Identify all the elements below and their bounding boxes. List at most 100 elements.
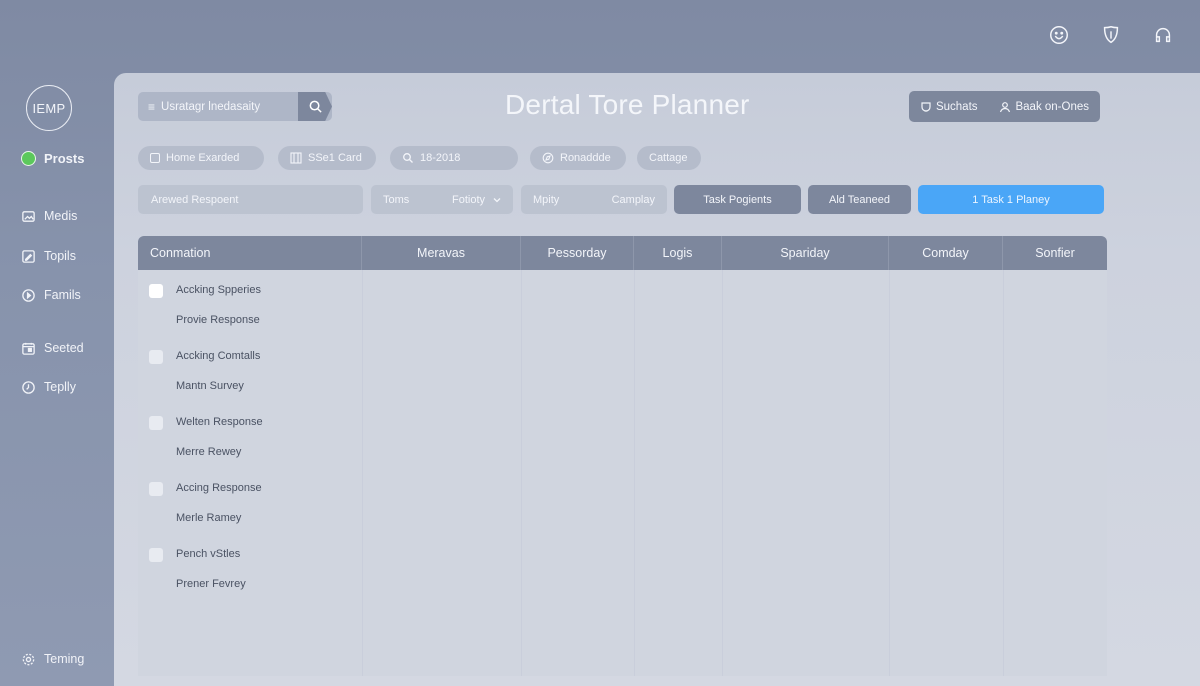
user-icon (1000, 101, 1011, 112)
headset-icon[interactable] (1152, 24, 1174, 46)
row-title: Welten Response (176, 416, 263, 428)
sidebar-item-label: Teplly (44, 380, 76, 394)
row-subtitle: Prener Fevrey (176, 578, 246, 590)
table-row[interactable]: Accking Spperies Provie Response (138, 270, 362, 336)
table-row[interactable]: Accking Comtalls Mantn Survey (138, 336, 362, 402)
suchats-button[interactable]: Suchats (920, 101, 978, 113)
shield-icon[interactable] (1100, 24, 1122, 46)
segment-mpity[interactable]: Mpity (533, 194, 559, 206)
cup-icon (921, 101, 931, 112)
sidebar-item-label: Teming (44, 652, 85, 666)
main-panel: ≡ Dertal Tore Planner Suchats Baak on-On… (114, 73, 1200, 686)
row-subtitle: Provie Response (176, 314, 260, 326)
chip-ronaddde[interactable]: Ronaddde (530, 146, 626, 170)
status-dot-icon (20, 150, 36, 166)
chip-home-exarded[interactable]: Home Exarded (138, 146, 264, 170)
row-title: Accing Response (176, 482, 262, 494)
image-icon (20, 208, 36, 224)
chip-label: Home Exarded (166, 152, 240, 164)
sidebar-item-label: Seeted (44, 341, 84, 355)
chip-cattage[interactable]: Cattage (637, 146, 701, 170)
search-button[interactable] (298, 92, 332, 121)
row-title: Pench vStles (176, 548, 241, 560)
logo: IEMP (26, 85, 72, 131)
sidebar-item-prosts[interactable]: Prosts (20, 150, 84, 166)
chip-sse1-card[interactable]: SSe1 Card (278, 146, 376, 170)
row-title: Accking Comtalls (176, 350, 261, 362)
ald-teaneed-button[interactable]: Ald Teaneed (808, 185, 911, 214)
baak-on-ones-button[interactable]: Baak on-Ones (999, 101, 1089, 113)
sidebar-item-label: Topils (44, 249, 76, 263)
row-checkbox[interactable] (149, 416, 163, 430)
suchats-label: Suchats (935, 100, 978, 113)
sidebar-item-famils[interactable]: Famils (20, 287, 81, 303)
row-subtitle: Merle Ramey (176, 512, 242, 524)
table-rows: Accking Spperies Provie Response Accking… (138, 270, 362, 600)
sidebar-item-medis[interactable]: Medis (20, 208, 77, 224)
row-checkbox[interactable] (149, 548, 163, 562)
square-icon (150, 153, 160, 163)
menu-icon[interactable]: ≡ (148, 100, 155, 114)
table-row[interactable]: Welten Response Merre Rewey (138, 402, 362, 468)
row-checkbox[interactable] (149, 350, 163, 364)
sidebar-item-topils[interactable]: Topils (20, 248, 76, 264)
column-header[interactable]: Comday (889, 236, 1003, 270)
smile-icon[interactable] (1048, 24, 1070, 46)
header-icons (1048, 24, 1174, 46)
table-header: Conmation Meravas Pessorday Logis Sparid… (138, 236, 1107, 270)
column-header[interactable]: Pessorday (521, 236, 634, 270)
row-subtitle: Merre Rewey (176, 446, 242, 458)
calendar-icon (20, 340, 36, 356)
column-divider (1003, 270, 1004, 676)
chip-label: Ronaddde (560, 152, 611, 164)
gear-icon (20, 651, 36, 667)
task-table: Conmation Meravas Pessorday Logis Sparid… (138, 236, 1107, 676)
response-field[interactable]: Arewed Respoent (138, 185, 363, 214)
column-divider (521, 270, 522, 676)
sidebar: IEMP Prosts Medis Topils Famils Seeted T… (0, 0, 114, 686)
priority-select[interactable]: Toms Fotioty (371, 185, 513, 214)
edit-icon (20, 248, 36, 264)
column-divider (362, 270, 363, 676)
row-title: Accking Spperies (176, 284, 261, 296)
chevron-down-icon (493, 197, 501, 202)
response-field-value: Arewed Respoent (151, 193, 239, 206)
row-checkbox[interactable] (149, 284, 163, 298)
column-divider (889, 270, 890, 676)
chip-date[interactable]: 18-2018 (390, 146, 518, 170)
baak-on-ones-label: Baak on-Ones (1015, 100, 1089, 113)
table-row[interactable]: Accing Response Merle Ramey (138, 468, 362, 534)
chip-label: SSe1 Card (308, 152, 362, 164)
search-icon (403, 153, 413, 163)
compass-icon (542, 152, 554, 164)
sidebar-item-label: Prosts (44, 150, 85, 166)
chip-label: Cattage (649, 152, 688, 164)
sidebar-item-label: Famils (44, 288, 81, 302)
table-row[interactable]: Pench vStles Prener Fevrey (138, 534, 362, 600)
column-header[interactable]: Conmation (138, 236, 362, 270)
grid-icon (290, 152, 302, 164)
sidebar-item-teming[interactable]: Teming (20, 651, 84, 667)
chip-label: 18-2018 (420, 152, 461, 164)
column-header[interactable]: Logis (634, 236, 722, 270)
select-value: Fotioty (451, 193, 485, 206)
select-label: Toms (383, 193, 410, 206)
search-icon (309, 100, 322, 113)
segmented-control: Mpity Camplay (521, 185, 667, 214)
segment-camplay[interactable]: Camplay (612, 194, 655, 206)
column-header[interactable]: Sonfier (1003, 236, 1107, 270)
clock-icon (20, 379, 36, 395)
search-input[interactable] (161, 100, 302, 113)
sidebar-item-teplly[interactable]: Teplly (20, 379, 76, 395)
column-header[interactable]: Meravas (362, 236, 521, 270)
column-divider (722, 270, 723, 676)
task-pogients-button[interactable]: Task Pogients (674, 185, 801, 214)
sidebar-item-seeted[interactable]: Seeted (20, 340, 84, 356)
column-header[interactable]: Spariday (722, 236, 889, 270)
primary-task-button[interactable]: 1 Task 1 Planey (918, 185, 1104, 214)
top-actions: Suchats Baak on-Ones (909, 91, 1100, 122)
row-checkbox[interactable] (149, 482, 163, 496)
page-title: Dertal Tore Planner (505, 89, 750, 120)
play-circle-icon (20, 287, 36, 303)
sidebar-item-label: Medis (44, 209, 78, 223)
